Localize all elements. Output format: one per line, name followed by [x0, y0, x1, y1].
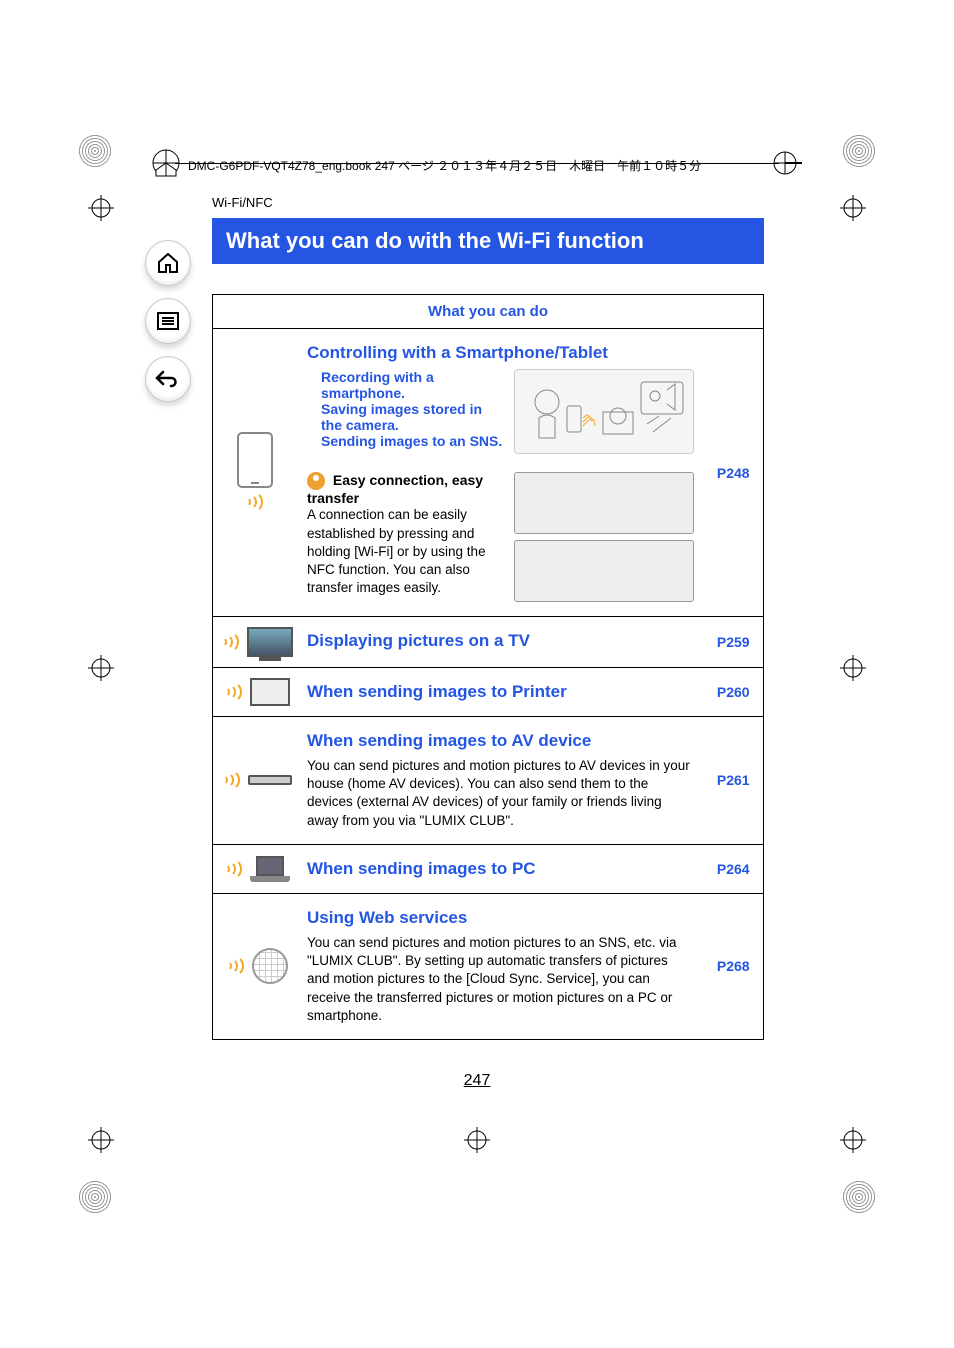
page-link[interactable]: P261 — [704, 717, 764, 845]
registration-mark — [88, 195, 114, 221]
row-icon-av — [213, 717, 298, 845]
row-heading[interactable]: When sending images to PC — [307, 859, 694, 879]
home-button[interactable] — [145, 240, 191, 286]
table-header: What you can do — [213, 295, 764, 329]
registration-mark — [88, 1127, 114, 1153]
row-icon-tv — [213, 617, 298, 668]
crop-mark-bl — [78, 1180, 112, 1214]
registration-mark — [464, 1127, 490, 1153]
row-bullet: Saving images stored in the camera. — [321, 401, 504, 433]
registration-mark — [840, 1127, 866, 1153]
crop-mark-br — [842, 1180, 876, 1214]
section-title: What you can do with the Wi-Fi function — [212, 218, 764, 264]
row-heading[interactable]: Displaying pictures on a TV — [307, 631, 694, 651]
registration-mark — [840, 195, 866, 221]
registration-mark — [88, 655, 114, 681]
tip-icon — [307, 472, 325, 490]
arrow-icon — [772, 148, 804, 181]
row-icon-web — [213, 893, 298, 1039]
feature-table: What you can do Controlling with a Smart… — [212, 294, 764, 1040]
registration-mark — [840, 655, 866, 681]
page-link[interactable]: P260 — [704, 668, 764, 717]
row-icon-pc — [213, 844, 298, 893]
row-body: You can send pictures and motion picture… — [307, 757, 694, 830]
header-rule — [175, 163, 779, 164]
row-bullet: Recording with a smartphone. — [321, 369, 504, 401]
crop-mark-tl — [78, 134, 112, 168]
page-link[interactable]: P268 — [704, 893, 764, 1039]
tip-body: A connection can be easily established b… — [307, 506, 504, 597]
illustration-nfc — [514, 472, 694, 602]
row-icon-smartphone — [213, 329, 298, 617]
back-button[interactable] — [145, 356, 191, 402]
row-icon-printer — [213, 668, 298, 717]
page-link[interactable]: P264 — [704, 844, 764, 893]
header-filename: DMC-G6PDF-VQT4Z78_eng.book 247 ページ ２０１３年… — [188, 157, 701, 174]
book-icon — [150, 148, 182, 181]
tip-title: Easy connection, easy transfer — [307, 472, 483, 506]
row-bullet: Sending images to an SNS. — [321, 433, 504, 449]
row-heading[interactable]: Using Web services — [307, 908, 694, 928]
row-heading[interactable]: When sending images to Printer — [307, 682, 694, 702]
illustration-smartphone-control — [514, 369, 694, 454]
row-heading[interactable]: When sending images to AV device — [307, 731, 694, 751]
page-link[interactable]: P248 — [704, 329, 764, 617]
crop-mark-tr — [842, 134, 876, 168]
row-body: You can send pictures and motion picture… — [307, 934, 694, 1025]
page-number: 247 — [0, 1072, 954, 1090]
page-link[interactable]: P259 — [704, 617, 764, 668]
row-heading[interactable]: Controlling with a Smartphone/Tablet — [307, 343, 694, 363]
contents-button[interactable] — [145, 298, 191, 344]
section-label: Wi-Fi/NFC — [212, 195, 764, 210]
